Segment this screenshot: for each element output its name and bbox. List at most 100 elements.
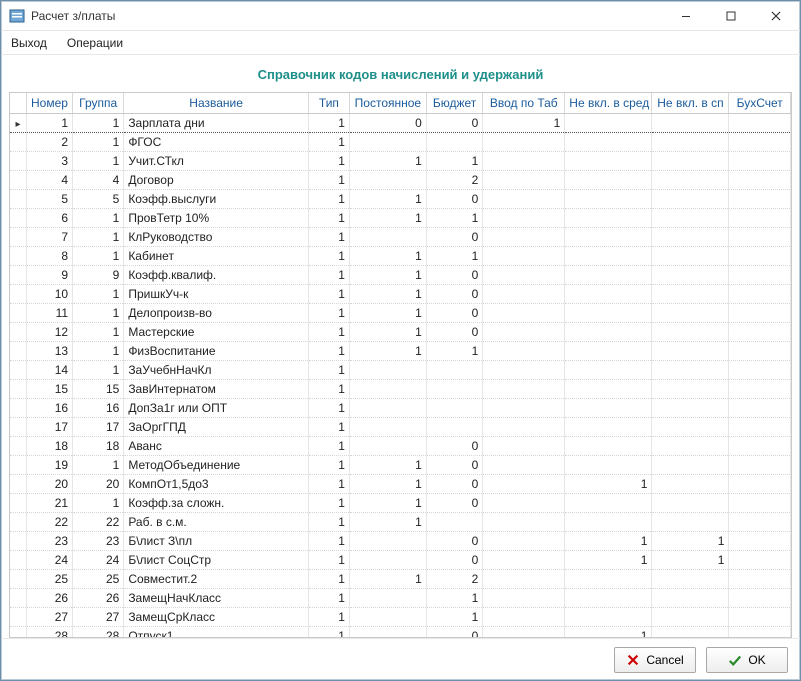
- cell[interactable]: [652, 607, 729, 626]
- cell[interactable]: ПришкУч-к: [124, 284, 309, 303]
- cell[interactable]: 18: [73, 436, 124, 455]
- cell[interactable]: [729, 455, 791, 474]
- cell[interactable]: 1: [308, 360, 349, 379]
- cell[interactable]: Кабинет: [124, 246, 309, 265]
- cell[interactable]: [565, 322, 652, 341]
- cell[interactable]: 1: [73, 151, 124, 170]
- table-row[interactable]: 55Коэфф.выслуги110: [10, 189, 791, 208]
- cell[interactable]: [565, 132, 652, 151]
- cell[interactable]: [729, 170, 791, 189]
- cell[interactable]: 4: [26, 170, 72, 189]
- cell[interactable]: 1: [73, 322, 124, 341]
- cell[interactable]: 1: [308, 626, 349, 638]
- cell[interactable]: 22: [73, 512, 124, 531]
- cell[interactable]: [483, 512, 565, 531]
- cell[interactable]: [729, 607, 791, 626]
- table-row[interactable]: 1616ДопЗа1г или ОПТ1: [10, 398, 791, 417]
- cell[interactable]: [729, 569, 791, 588]
- cell[interactable]: 15: [26, 379, 72, 398]
- menu-operations[interactable]: Операции: [63, 34, 127, 52]
- cell[interactable]: [349, 360, 426, 379]
- cell[interactable]: 1: [349, 265, 426, 284]
- table-row[interactable]: 2020КомпОт1,5до31101: [10, 474, 791, 493]
- cell[interactable]: [729, 493, 791, 512]
- cell[interactable]: [652, 132, 729, 151]
- cell[interactable]: 1: [349, 284, 426, 303]
- table-row[interactable]: 2424Б\лист СоцСтр1011: [10, 550, 791, 569]
- cell[interactable]: 24: [73, 550, 124, 569]
- cell[interactable]: 1: [426, 151, 482, 170]
- cell[interactable]: [652, 436, 729, 455]
- cell[interactable]: 1: [308, 569, 349, 588]
- cell[interactable]: [565, 436, 652, 455]
- cell[interactable]: [565, 113, 652, 132]
- cell[interactable]: Совместит.2: [124, 569, 309, 588]
- cell[interactable]: Коэфф.выслуги: [124, 189, 309, 208]
- cell[interactable]: [565, 417, 652, 436]
- cell[interactable]: 9: [26, 265, 72, 284]
- table-row[interactable]: 2727ЗамещСрКласс11: [10, 607, 791, 626]
- cell[interactable]: ЗамещСрКласс: [124, 607, 309, 626]
- cell[interactable]: [565, 284, 652, 303]
- cell[interactable]: Б\лист СоцСтр: [124, 550, 309, 569]
- cell[interactable]: ЗавИнтернатом: [124, 379, 309, 398]
- cell[interactable]: [729, 626, 791, 638]
- cell[interactable]: 26: [26, 588, 72, 607]
- cell[interactable]: 1: [349, 341, 426, 360]
- cell[interactable]: 0: [426, 265, 482, 284]
- cell[interactable]: 1: [349, 303, 426, 322]
- cell[interactable]: [349, 607, 426, 626]
- cell[interactable]: 17: [73, 417, 124, 436]
- cell[interactable]: [565, 569, 652, 588]
- cell[interactable]: [565, 303, 652, 322]
- menu-exit[interactable]: Выход: [7, 34, 51, 52]
- cell[interactable]: 13: [26, 341, 72, 360]
- col-type[interactable]: Тип: [308, 93, 349, 113]
- cell[interactable]: [426, 417, 482, 436]
- cell[interactable]: 1: [565, 474, 652, 493]
- cell[interactable]: [652, 113, 729, 132]
- table-row[interactable]: 141ЗаУчебнНачКл1: [10, 360, 791, 379]
- cell[interactable]: 1: [73, 284, 124, 303]
- cell[interactable]: [565, 265, 652, 284]
- cell[interactable]: 0: [426, 493, 482, 512]
- cell[interactable]: 1: [308, 113, 349, 132]
- minimize-button[interactable]: [663, 2, 708, 30]
- cell[interactable]: 12: [26, 322, 72, 341]
- cell[interactable]: 1: [308, 170, 349, 189]
- cell[interactable]: [565, 189, 652, 208]
- cell[interactable]: [349, 626, 426, 638]
- cell[interactable]: КлРуководство: [124, 227, 309, 246]
- cell[interactable]: [483, 360, 565, 379]
- cell[interactable]: [483, 322, 565, 341]
- cell[interactable]: 1: [308, 227, 349, 246]
- cell[interactable]: [729, 360, 791, 379]
- maximize-button[interactable]: [708, 2, 753, 30]
- cell[interactable]: 16: [73, 398, 124, 417]
- cell[interactable]: [483, 341, 565, 360]
- cell[interactable]: [565, 379, 652, 398]
- cell[interactable]: [483, 455, 565, 474]
- cell[interactable]: 1: [652, 531, 729, 550]
- close-button[interactable]: [753, 2, 798, 30]
- cell[interactable]: [565, 398, 652, 417]
- cell[interactable]: Б\лист З\пл: [124, 531, 309, 550]
- table-row[interactable]: 2828Отпуск1101: [10, 626, 791, 638]
- cell[interactable]: 1: [426, 607, 482, 626]
- cell[interactable]: [729, 417, 791, 436]
- cell[interactable]: [729, 265, 791, 284]
- cell[interactable]: 5: [26, 189, 72, 208]
- cell[interactable]: 22: [26, 512, 72, 531]
- table-row[interactable]: 111Делопроизв-во110: [10, 303, 791, 322]
- cell[interactable]: [652, 398, 729, 417]
- cell[interactable]: 1: [349, 569, 426, 588]
- cell[interactable]: 0: [426, 322, 482, 341]
- cell[interactable]: [565, 227, 652, 246]
- cell[interactable]: [483, 151, 565, 170]
- cell[interactable]: [426, 360, 482, 379]
- cell[interactable]: 1: [308, 151, 349, 170]
- table-row[interactable]: 61ПровТетр 10%111: [10, 208, 791, 227]
- cell[interactable]: 1: [73, 303, 124, 322]
- cell[interactable]: [349, 227, 426, 246]
- table-row[interactable]: 81Кабинет111: [10, 246, 791, 265]
